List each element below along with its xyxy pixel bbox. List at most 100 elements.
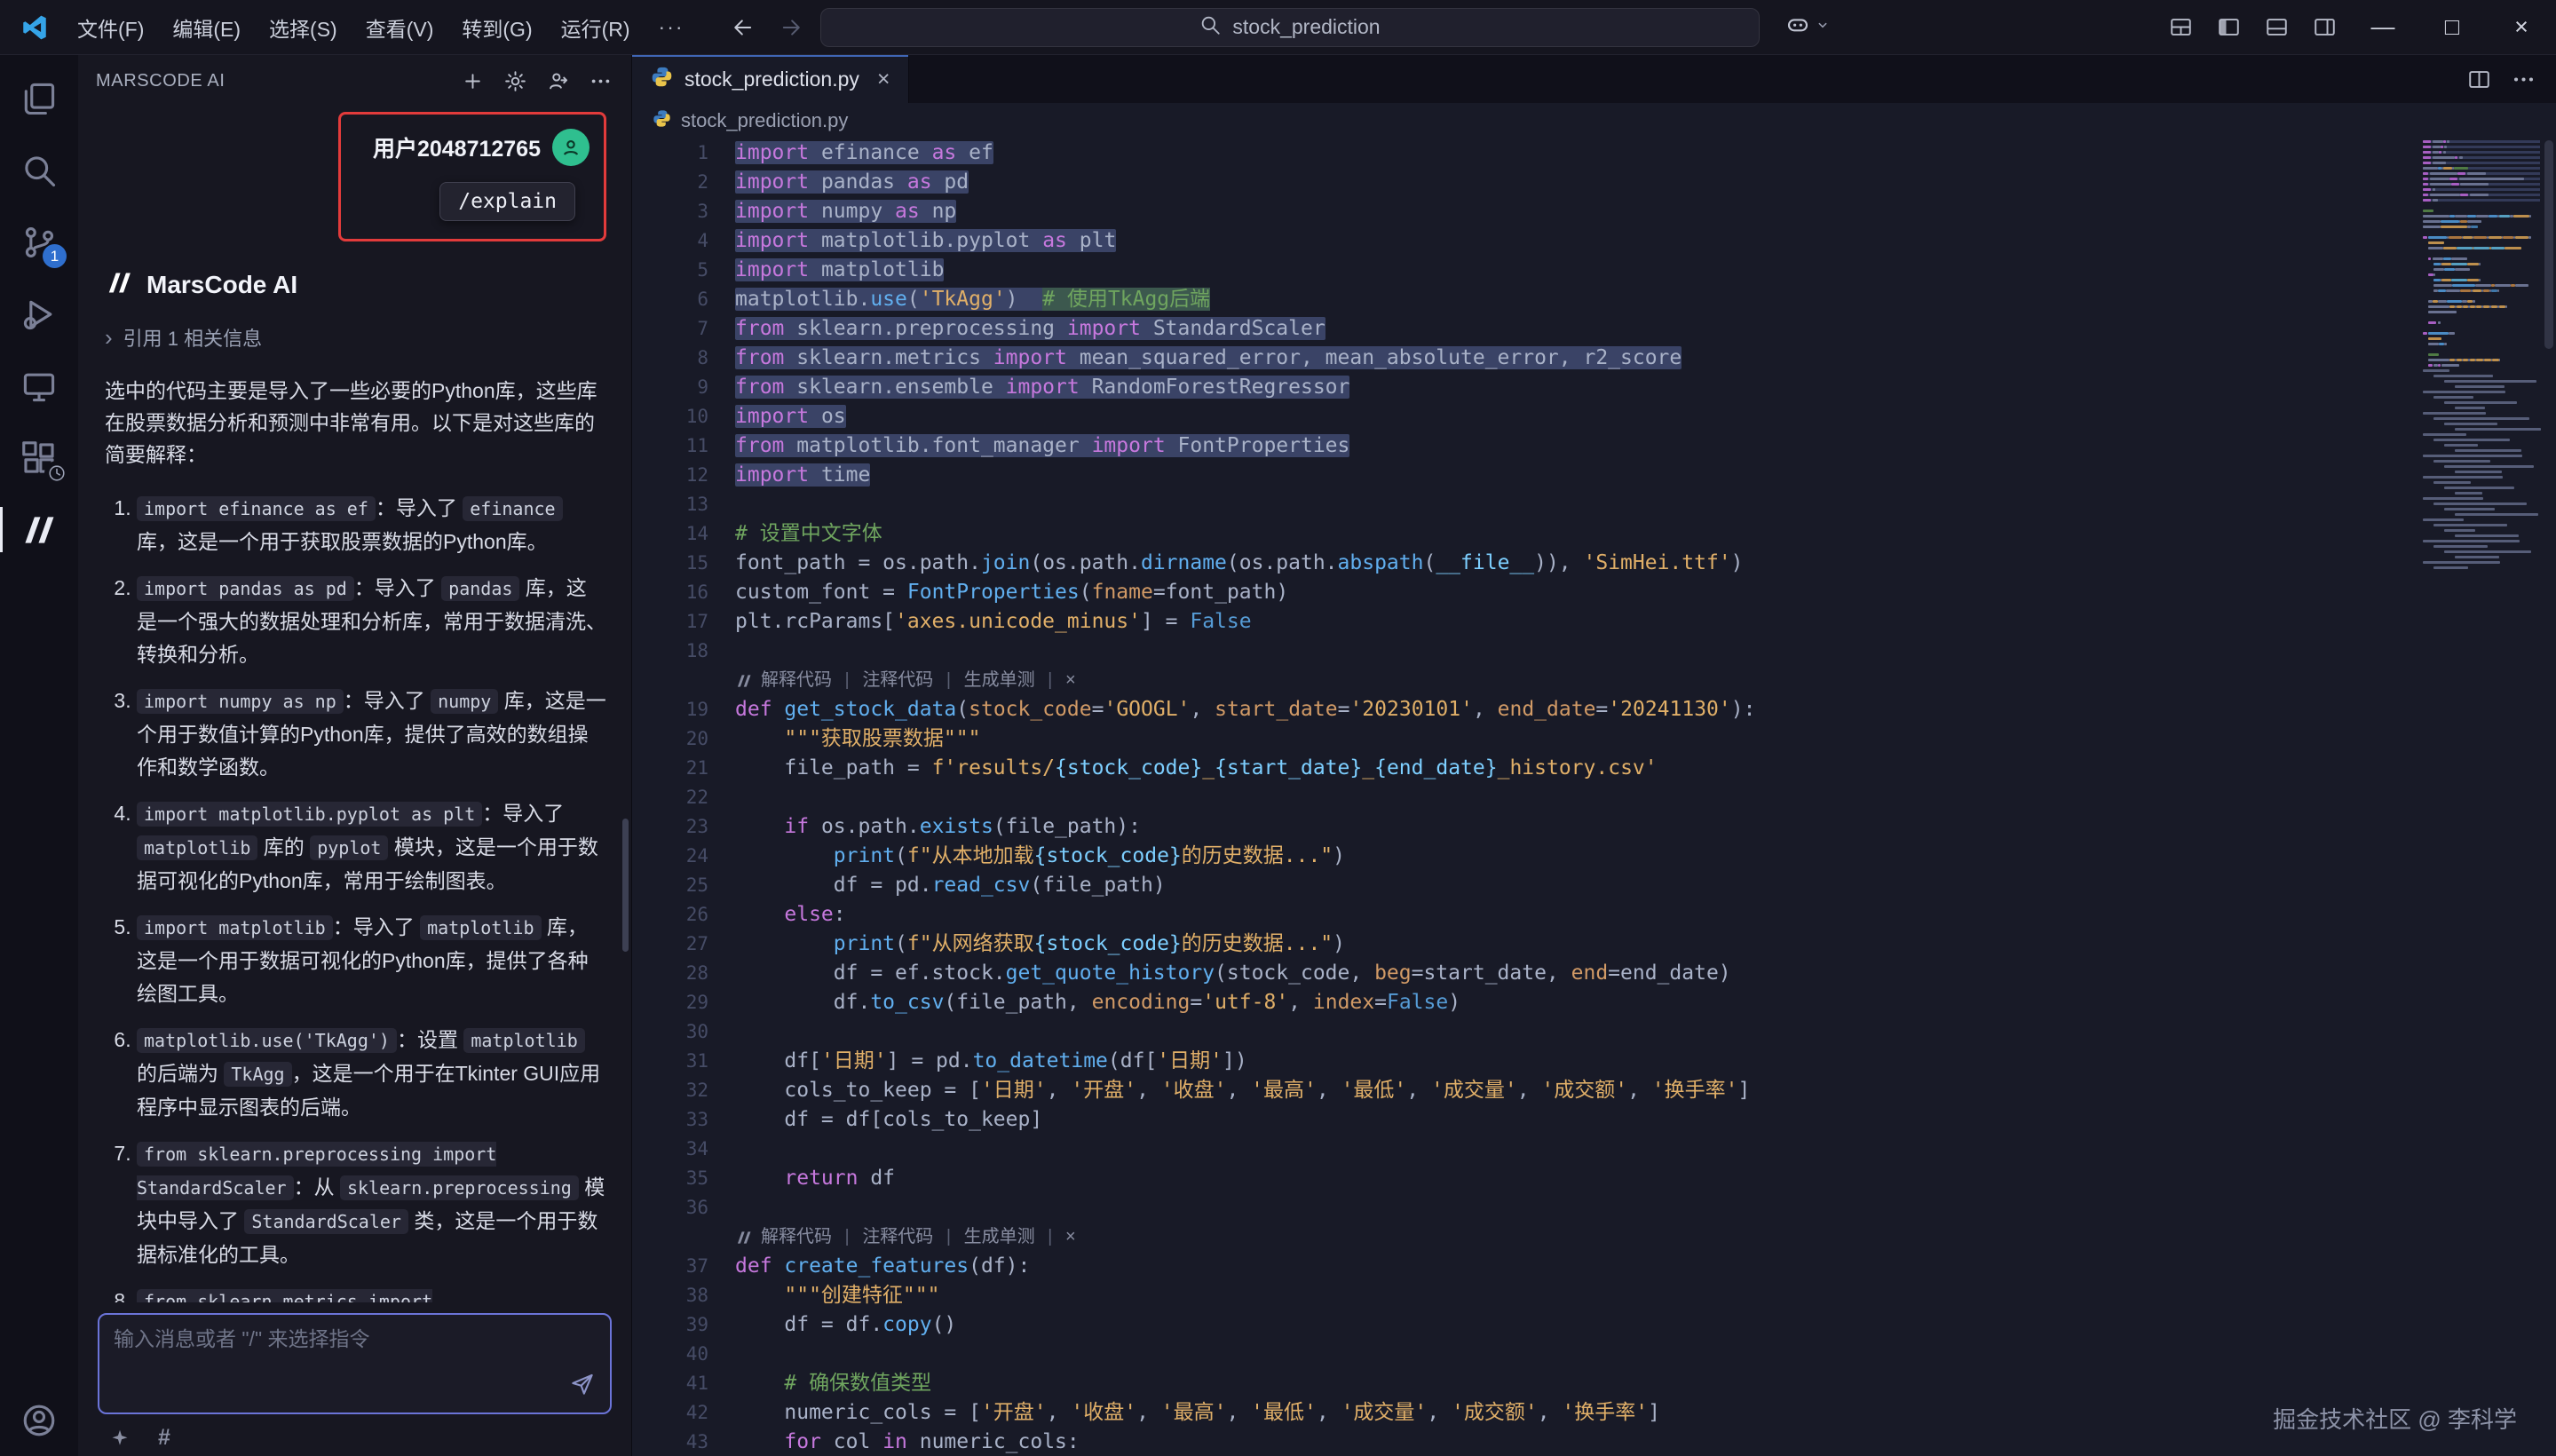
back-button[interactable]	[724, 9, 762, 46]
code-area[interactable]: 1import efinance as ef2import pandas as …	[632, 138, 2556, 1456]
profile-icon[interactable]	[539, 62, 576, 99]
menu-item[interactable]: 运行(R)	[548, 6, 644, 49]
tab-stock-prediction[interactable]: stock_prediction.py ×	[632, 55, 909, 103]
code-line[interactable]: 32 cols_to_keep = ['日期', '开盘', '收盘', '最高…	[632, 1076, 2556, 1105]
command-center-search[interactable]: stock_prediction	[820, 8, 1760, 47]
code-line[interactable]: 6matplotlib.use('TkAgg') # 使用TkAgg后端	[632, 285, 2556, 314]
codelens-close[interactable]: ×	[1065, 666, 1076, 695]
code-line[interactable]: 38 """创建特征"""	[632, 1281, 2556, 1310]
code-line[interactable]: 21 file_path = f'results/{stock_code}_{s…	[632, 754, 2556, 783]
customize-layout-icon[interactable]	[2156, 7, 2204, 48]
codelens-action[interactable]: 生成单测	[964, 666, 1035, 695]
tab-close-icon[interactable]: ×	[877, 67, 890, 92]
activity-account[interactable]	[0, 1384, 78, 1456]
settings-icon[interactable]	[496, 62, 534, 99]
code-line[interactable]: 5import matplotlib	[632, 256, 2556, 285]
code-line[interactable]: 18	[632, 637, 2556, 666]
code-line[interactable]: 12import time	[632, 461, 2556, 490]
skills-icon[interactable]	[108, 1427, 131, 1450]
activity-search[interactable]	[0, 134, 78, 206]
code-line[interactable]: 19def get_stock_data(stock_code='GOOGL',…	[632, 695, 2556, 724]
activity-run-debug[interactable]	[0, 278, 78, 350]
code-line[interactable]: 1import efinance as ef	[632, 138, 2556, 168]
menu-more[interactable]: ···	[645, 9, 698, 45]
split-editor-icon[interactable]	[2458, 60, 2499, 98]
assistant-header: MarsCode AI	[105, 268, 606, 302]
code-line[interactable]: 9from sklearn.ensemble import RandomFore…	[632, 373, 2556, 402]
codelens-close[interactable]: ×	[1065, 1223, 1076, 1252]
code-line[interactable]: 20 """获取股票数据"""	[632, 724, 2556, 754]
codelens-action[interactable]: 注释代码	[862, 666, 933, 695]
minimap[interactable]	[2423, 140, 2540, 569]
copilot-button[interactable]	[1784, 12, 1832, 43]
codelens-action[interactable]: 生成单测	[964, 1223, 1035, 1252]
sidebar-scrollbar[interactable]	[622, 819, 629, 952]
codelens-action[interactable]: 解释代码	[761, 666, 832, 695]
code-line[interactable]: 37def create_features(df):	[632, 1252, 2556, 1281]
code-line[interactable]: 17plt.rcParams['axes.unicode_minus'] = F…	[632, 607, 2556, 637]
activity-remote-explorer[interactable]	[0, 350, 78, 422]
code-line[interactable]: 33 df = df[cols_to_keep]	[632, 1105, 2556, 1135]
code-line[interactable]: 7from sklearn.preprocessing import Stand…	[632, 314, 2556, 344]
close-button[interactable]: ×	[2487, 0, 2556, 55]
editor-more-icon[interactable]	[2503, 60, 2544, 98]
menu-item[interactable]: 查看(V)	[352, 6, 447, 49]
menu-item[interactable]: 选择(S)	[256, 6, 351, 49]
code-line[interactable]: 29 df.to_csv(file_path, encoding='utf-8'…	[632, 988, 2556, 1017]
code-line[interactable]: 42 numeric_cols = ['开盘', '收盘', '最高', '最低…	[632, 1398, 2556, 1428]
activity-explorer[interactable]	[0, 62, 78, 134]
code-line[interactable]: 14# 设置中文字体	[632, 519, 2556, 549]
activity-extensions[interactable]	[0, 422, 78, 494]
code-line[interactable]: 26 else:	[632, 900, 2556, 930]
code-line[interactable]: 27 print(f"从网络获取{stock_code}的历史数据...")	[632, 930, 2556, 959]
inline-code-chip: matplotlib	[463, 1028, 584, 1053]
code-line[interactable]: 4import matplotlib.pyplot as plt	[632, 226, 2556, 256]
code-line[interactable]: 13	[632, 490, 2556, 519]
code-line[interactable]: 36	[632, 1193, 2556, 1223]
chat-input-box[interactable]	[98, 1313, 612, 1414]
menu-item[interactable]: 编辑(E)	[159, 6, 254, 49]
code-line[interactable]: 8from sklearn.metrics import mean_square…	[632, 344, 2556, 373]
forward-button[interactable]	[772, 9, 810, 46]
codelens-action[interactable]: 注释代码	[862, 1223, 933, 1252]
code-line[interactable]: 11from matplotlib.font_manager import Fo…	[632, 431, 2556, 461]
code-line[interactable]: 16custom_font = FontProperties(fname=fon…	[632, 578, 2556, 607]
activity-source-control[interactable]: 1	[0, 206, 78, 278]
code-line[interactable]: 2import pandas as pd	[632, 168, 2556, 197]
navigation-center: stock_prediction	[724, 8, 1832, 47]
code-line[interactable]: 30	[632, 1017, 2556, 1047]
code-line[interactable]: 31 df['日期'] = pd.to_datetime(df['日期'])	[632, 1047, 2556, 1076]
new-chat-icon[interactable]	[454, 62, 491, 99]
toggle-secondary-sidebar-icon[interactable]	[2300, 7, 2348, 48]
more-icon[interactable]	[582, 62, 619, 99]
maximize-button[interactable]: □	[2418, 0, 2487, 55]
code-line[interactable]: 43 for col in numeric_cols:	[632, 1428, 2556, 1456]
code-line[interactable]: 15font_path = os.path.join(os.path.dirna…	[632, 549, 2556, 578]
menu-item[interactable]: 文件(F)	[64, 6, 157, 49]
code-line[interactable]: 22	[632, 783, 2556, 812]
code-line[interactable]: 23 if os.path.exists(file_path):	[632, 812, 2556, 842]
code-line[interactable]: 24 print(f"从本地加载{stock_code}的历史数据...")	[632, 842, 2556, 871]
editor-scrollbar[interactable]	[2544, 140, 2553, 349]
code-line[interactable]: 40	[632, 1340, 2556, 1369]
toggle-sidebar-icon[interactable]	[2204, 7, 2252, 48]
activity-marscode[interactable]	[0, 494, 78, 566]
reference-toggle[interactable]: › 引用 1 相关信息	[105, 323, 606, 352]
code-line[interactable]: 34	[632, 1135, 2556, 1164]
menu-item[interactable]: 转到(G)	[448, 6, 545, 49]
code-line[interactable]: 3import numpy as np	[632, 197, 2556, 226]
codelens-action[interactable]: 解释代码	[761, 1223, 832, 1252]
explain-list-item: matplotlib.use('TkAgg')：设置 matplotlib 的后…	[137, 1024, 606, 1124]
breadcrumb[interactable]: stock_prediction.py	[632, 103, 2556, 138]
minimize-button[interactable]: —	[2348, 0, 2418, 55]
chat-input[interactable]	[114, 1327, 528, 1351]
code-line[interactable]: 39 df = df.copy()	[632, 1310, 2556, 1340]
code-line[interactable]: 10import os	[632, 402, 2556, 431]
code-line[interactable]: 41 # 确保数值类型	[632, 1369, 2556, 1398]
send-icon[interactable]	[569, 1371, 596, 1402]
context-icon[interactable]: #	[158, 1425, 170, 1451]
code-line[interactable]: 28 df = ef.stock.get_quote_history(stock…	[632, 959, 2556, 988]
code-line[interactable]: 35 return df	[632, 1164, 2556, 1193]
toggle-panel-icon[interactable]	[2252, 7, 2300, 48]
code-line[interactable]: 25 df = pd.read_csv(file_path)	[632, 871, 2556, 900]
